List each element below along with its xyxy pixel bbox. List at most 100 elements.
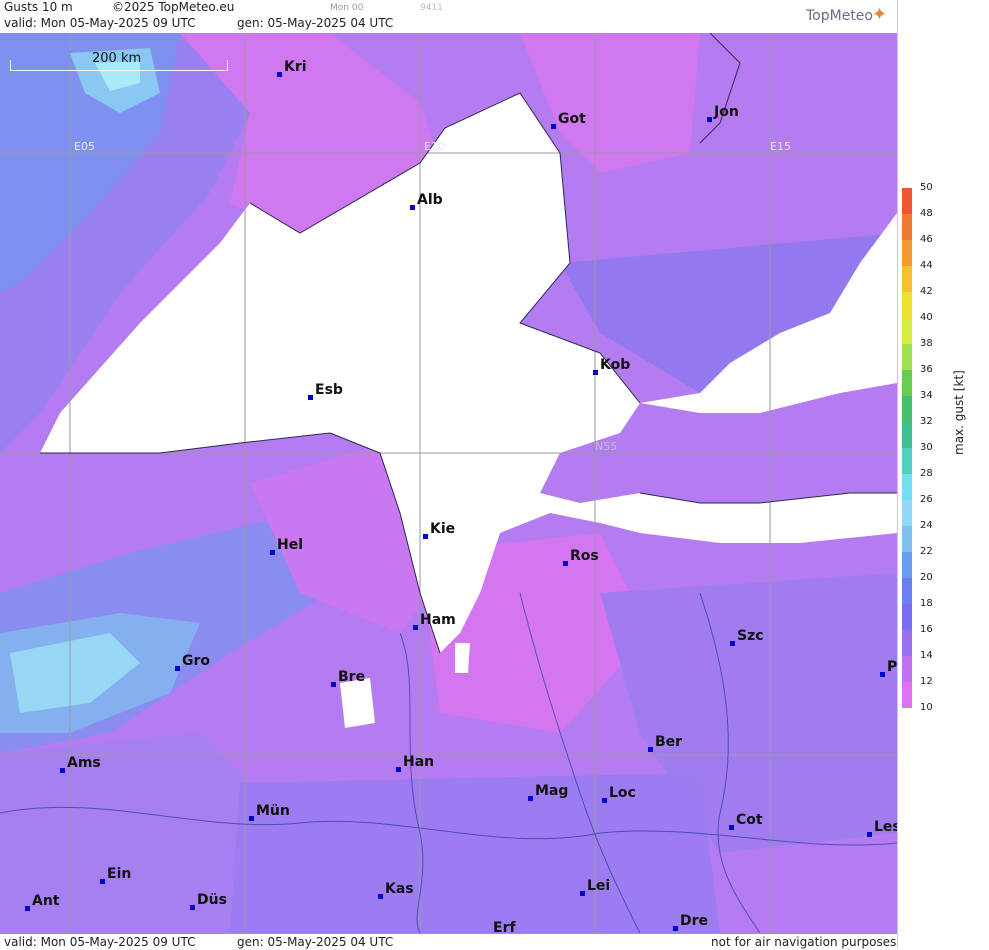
city-marker-icon — [410, 205, 415, 210]
city-marker-icon — [396, 767, 401, 772]
product-title: Gusts 10 m — [4, 0, 73, 14]
city-ros[interactable]: Ros — [563, 548, 599, 566]
legend-swatch — [902, 682, 912, 708]
legend-swatch — [902, 266, 912, 292]
ref-code: 9411 — [420, 3, 443, 13]
city-marker-icon — [413, 625, 418, 630]
city-gro[interactable]: Gro — [175, 653, 210, 671]
legend-tick-label: 32 — [920, 416, 933, 427]
city-han[interactable]: Han — [396, 754, 434, 772]
legend-swatch — [902, 656, 912, 682]
city-szc[interactable]: Szc — [730, 628, 764, 646]
grid-label-e05: E05 — [74, 140, 95, 153]
city-kie[interactable]: Kie — [423, 521, 455, 539]
legend-swatch — [902, 344, 912, 370]
legend-tick-label: 46 — [920, 234, 933, 245]
city-kas[interactable]: Kas — [378, 881, 414, 899]
scale-label: 200 km — [92, 51, 142, 66]
legend-tick-label: 24 — [920, 520, 933, 531]
legend-tick-label: 14 — [920, 650, 933, 661]
city-marker-icon — [423, 534, 428, 539]
city-marker-icon — [190, 905, 195, 910]
legend-swatch — [902, 578, 912, 604]
city-ant[interactable]: Ant — [25, 893, 60, 911]
legend-swatch — [902, 448, 912, 474]
legend-swatch — [902, 240, 912, 266]
city-marker-icon — [60, 768, 65, 773]
city-alb[interactable]: Alb — [410, 192, 443, 210]
legend-swatch — [902, 292, 912, 318]
city-marker-icon — [528, 796, 533, 801]
city-dre[interactable]: Dre — [673, 913, 708, 931]
legend-tick-label: 10 — [920, 702, 933, 713]
city-ams[interactable]: Ams — [60, 755, 101, 773]
header-bar: Gusts 10 m ©2025 TopMeteo.eu Mon 00 9411… — [0, 0, 897, 33]
city-marker-icon — [729, 825, 734, 830]
legend-tick-label: 38 — [920, 338, 933, 349]
city-marker-icon — [602, 798, 607, 803]
legend-title: max. gust [kt] — [952, 370, 966, 455]
legend-swatch — [902, 422, 912, 448]
city-hel[interactable]: Hel — [270, 537, 303, 555]
city-ham[interactable]: Ham — [413, 612, 456, 630]
city-got[interactable]: Got — [551, 111, 586, 129]
legend-tick-label: 40 — [920, 312, 933, 323]
legend-swatch — [902, 370, 912, 396]
topmeteo-logo: TopMeteo — [806, 8, 873, 24]
legend-swatch — [902, 630, 912, 656]
city-cot[interactable]: Cot — [729, 812, 763, 830]
legend-tick-label: 42 — [920, 286, 933, 297]
city-esb[interactable]: Esb — [308, 382, 343, 400]
city-lei[interactable]: Lei — [580, 878, 610, 896]
city-bre[interactable]: Bre — [331, 669, 365, 687]
city-loc[interactable]: Loc — [602, 785, 636, 803]
city-marker-icon — [593, 370, 598, 375]
color-legend: 50 48 46 44 42 40 38 36 34 32 30 28 26 24 22 20 18 16 14 12… — [897, 0, 989, 949]
city-dus[interactable]: Düs — [190, 892, 227, 910]
city-ber[interactable]: Ber — [648, 734, 682, 752]
legend-swatch — [902, 552, 912, 578]
compass-icon: ✦ — [872, 4, 888, 25]
city-marker-icon — [249, 816, 254, 821]
city-erf[interactable]: Erf — [493, 920, 516, 933]
legend-tick-label: 34 — [920, 390, 933, 401]
city-les[interactable]: Les — [867, 819, 897, 837]
grid-label-e15: E15 — [770, 140, 791, 153]
city-marker-icon — [175, 666, 180, 671]
gust-field-map — [0, 33, 897, 933]
city-p[interactable]: P — [880, 659, 897, 677]
city-mag[interactable]: Mag — [528, 783, 568, 801]
city-kri[interactable]: Kri — [277, 59, 307, 77]
legend-tick-label: 28 — [920, 468, 933, 479]
city-marker-icon — [563, 561, 568, 566]
city-marker-icon — [580, 891, 585, 896]
legend-swatch — [902, 474, 912, 500]
map-area[interactable]: 200 km E05 E10 E15 N55 Kri Got Jon Alb E… — [0, 33, 897, 933]
city-mun[interactable]: Mün — [249, 803, 290, 821]
legend-tick-label: 18 — [920, 598, 933, 609]
copyright-text: ©2025 TopMeteo.eu — [112, 0, 235, 14]
legend-tick-label: 26 — [920, 494, 933, 505]
footer-note: not for air navigation purposes — [711, 935, 897, 949]
legend-swatch — [902, 396, 912, 422]
legend-swatch — [902, 318, 912, 344]
legend-tick-label: 16 — [920, 624, 933, 635]
city-marker-icon — [707, 117, 712, 122]
city-marker-icon — [673, 926, 678, 931]
legend-tick-label: 48 — [920, 208, 933, 219]
city-kob[interactable]: Kob — [593, 357, 630, 375]
city-marker-icon — [100, 879, 105, 884]
city-marker-icon — [880, 672, 885, 677]
legend-swatch — [902, 500, 912, 526]
legend-swatch — [902, 214, 912, 240]
city-marker-icon — [270, 550, 275, 555]
city-jon[interactable]: Jon — [707, 104, 739, 122]
city-marker-icon — [551, 124, 556, 129]
city-marker-icon — [308, 395, 313, 400]
legend-tick-label: 50 — [920, 182, 933, 193]
legend-tick-label: 30 — [920, 442, 933, 453]
city-ein[interactable]: Ein — [100, 866, 131, 884]
legend-swatch — [902, 526, 912, 552]
ref-time: Mon 00 — [330, 3, 364, 13]
valid-time: valid: Mon 05-May-2025 09 UTC — [4, 16, 196, 30]
